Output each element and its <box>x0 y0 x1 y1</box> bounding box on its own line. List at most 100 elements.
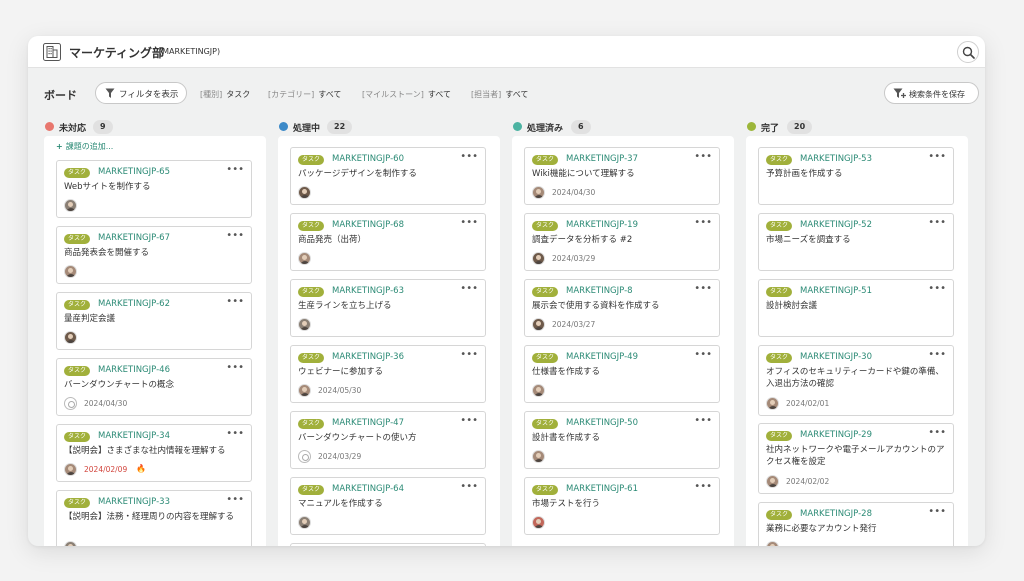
task-key-link[interactable]: MARKETINGJP-49 <box>566 352 638 362</box>
task-card[interactable]: タスク MARKETINGJP-46 ••• バーンダウンチャートの概念 202… <box>56 358 252 416</box>
task-card[interactable]: タスク MARKETINGJP-50 ••• 設計書を作成する <box>524 411 720 469</box>
project-name[interactable]: マーケティング部 <box>69 44 164 61</box>
task-card[interactable]: タスク MARKETINGJP-33 ••• 【説明会】法務・経理周りの内容を理… <box>56 490 252 546</box>
more-options-icon[interactable]: ••• <box>460 415 478 426</box>
more-options-icon[interactable]: ••• <box>694 481 712 492</box>
filter-type[interactable]: [種別] タスク <box>200 89 250 100</box>
task-key-link[interactable]: MARKETINGJP-47 <box>332 418 404 428</box>
add-task-link[interactable]: + 課題の追加... <box>56 141 113 152</box>
more-options-icon[interactable]: ••• <box>928 506 946 517</box>
task-key-link[interactable]: MARKETINGJP-60 <box>332 154 404 164</box>
filter-category[interactable]: [カテゴリー] すべて <box>268 89 341 100</box>
more-options-icon[interactable]: ••• <box>694 283 712 294</box>
task-title: Wiki機能について理解する <box>532 169 635 179</box>
task-key-link[interactable]: MARKETINGJP-29 <box>800 430 872 440</box>
task-key-link[interactable]: MARKETINGJP-61 <box>566 484 638 494</box>
more-options-icon[interactable]: ••• <box>694 415 712 426</box>
assignee-avatar <box>298 252 311 265</box>
more-options-icon[interactable]: ••• <box>460 151 478 162</box>
task-key-link[interactable]: MARKETINGJP-63 <box>332 286 404 296</box>
board-toolbar: ボード フィルタを表示 [種別] タスク [カテゴリー] すべて [マイルストーン]… <box>28 68 985 118</box>
assignee-avatar <box>766 541 779 546</box>
task-type-tag: タスク <box>64 366 91 376</box>
filter-assignee[interactable]: [担当者] すべて <box>471 89 528 100</box>
task-card[interactable]: タスク MARKETINGJP-37 ••• Wiki機能について理解する 20… <box>524 147 720 205</box>
save-search-label: 検索条件を保存 <box>909 90 965 99</box>
task-key-link[interactable]: MARKETINGJP-62 <box>98 299 170 309</box>
task-type-tag: タスク <box>532 221 559 231</box>
more-options-icon[interactable]: ••• <box>694 217 712 228</box>
task-key-link[interactable]: MARKETINGJP-64 <box>332 484 404 494</box>
more-options-icon[interactable]: ••• <box>928 349 946 360</box>
task-key-link[interactable]: MARKETINGJP-34 <box>98 431 170 441</box>
task-card[interactable]: タスク MARKETINGJP-34 ••• 【説明会】さまざまな社内情報を理解… <box>56 424 252 482</box>
task-card[interactable]: タスク MARKETINGJP-47 ••• バーンダウンチャートの使い方 20… <box>290 411 486 469</box>
task-key-link[interactable]: MARKETINGJP-51 <box>800 286 872 296</box>
due-date: 2024/03/29 <box>552 254 596 263</box>
task-title: マニュアルを作成する <box>298 499 383 509</box>
task-card[interactable]: タスク MARKETINGJP-68 ••• 商品発売（出荷） <box>290 213 486 271</box>
task-card[interactable]: タスク MARKETINGJP-52 ••• 市場ニーズを調査する <box>758 213 954 271</box>
status-dot-icon <box>513 122 522 131</box>
task-key-link[interactable]: MARKETINGJP-67 <box>98 233 170 243</box>
more-options-icon[interactable]: ••• <box>928 283 946 294</box>
task-key-link[interactable]: MARKETINGJP-50 <box>566 418 638 428</box>
task-type-tag: タスク <box>766 155 793 165</box>
filter-milestone[interactable]: [マイルストーン] すべて <box>362 89 451 100</box>
task-key-link[interactable]: MARKETINGJP-52 <box>800 220 872 230</box>
more-options-icon[interactable]: ••• <box>928 217 946 228</box>
more-options-icon[interactable]: ••• <box>460 283 478 294</box>
column-count: 20 <box>787 120 813 134</box>
task-key-link[interactable]: MARKETINGJP-28 <box>800 509 872 519</box>
filter-assignee-value: すべて <box>505 90 529 99</box>
task-key-link[interactable]: MARKETINGJP-8 <box>566 286 633 296</box>
task-card[interactable]: タスク MARKETINGJP-51 ••• 設計検討会議 <box>758 279 954 337</box>
search-button[interactable] <box>957 41 979 63</box>
task-key-link[interactable]: MARKETINGJP-19 <box>566 220 638 230</box>
task-key-link[interactable]: MARKETINGJP-53 <box>800 154 872 164</box>
show-filter-label: フィルタを表示 <box>119 90 179 100</box>
task-card[interactable]: タスク MARKETINGJP-63 ••• 生産ラインを立ち上げる <box>290 279 486 337</box>
task-card[interactable]: タスク MARKETINGJP-60 ••• パッケージデザインを制作する <box>290 147 486 205</box>
task-key-link[interactable]: MARKETINGJP-46 <box>98 365 170 375</box>
more-options-icon[interactable]: ••• <box>226 164 244 175</box>
task-key-link[interactable]: MARKETINGJP-68 <box>332 220 404 230</box>
more-options-icon[interactable]: ••• <box>226 428 244 439</box>
save-search-button[interactable]: 検索条件を保存 <box>884 82 979 104</box>
task-key-link[interactable]: MARKETINGJP-30 <box>800 352 872 362</box>
more-options-icon[interactable]: ••• <box>460 481 478 492</box>
task-card[interactable]: タスク MARKETINGJP-64 ••• マニュアルを作成する <box>290 477 486 535</box>
more-options-icon[interactable]: ••• <box>226 230 244 241</box>
assignee-avatar <box>532 516 545 529</box>
task-card[interactable]: タスク MARKETINGJP-61 ••• 市場テストを行う <box>524 477 720 535</box>
task-key-link[interactable]: MARKETINGJP-65 <box>98 167 170 177</box>
task-card[interactable]: タスク MARKETINGJP-8 ••• 展示会で使用する資料を作成する 20… <box>524 279 720 337</box>
task-card[interactable]: タスク MARKETINGJP-36 ••• ウェビナーに参加する 2024/0… <box>290 345 486 403</box>
task-card[interactable]: タスク MARKETINGJP-53 ••• 予算計画を作成する <box>758 147 954 205</box>
task-key-link[interactable]: MARKETINGJP-33 <box>98 497 170 507</box>
task-card[interactable]: タスク MARKETINGJP-67 ••• 商品発表会を開催する <box>56 226 252 284</box>
more-options-icon[interactable]: ••• <box>226 296 244 307</box>
more-options-icon[interactable]: ••• <box>928 427 946 438</box>
task-card[interactable]: タスク MARKETINGJP-30 ••• オフィスのセキュリティーカードや鍵… <box>758 345 954 416</box>
task-key-link[interactable]: MARKETINGJP-37 <box>566 154 638 164</box>
more-options-icon[interactable]: ••• <box>226 362 244 373</box>
more-options-icon[interactable]: ••• <box>460 217 478 228</box>
task-title: パッケージデザインを制作する <box>298 169 417 179</box>
task-card[interactable]: タスク MARKETINGJP-62 ••• 量産判定会議 <box>56 292 252 350</box>
more-options-icon[interactable]: ••• <box>460 349 478 360</box>
task-card[interactable]: タスク MARKETINGJP-29 ••• 社内ネットワークや電子メールアカウ… <box>758 423 954 494</box>
task-type-tag: タスク <box>532 485 559 495</box>
more-options-icon[interactable]: ••• <box>226 494 244 505</box>
task-card[interactable]: タスク MARKETINGJP-65 ••• Webサイトを制作する <box>56 160 252 218</box>
more-options-icon[interactable]: ••• <box>694 349 712 360</box>
task-card[interactable]: タスク MARKETINGJP-49 ••• 仕様書を作成する <box>524 345 720 403</box>
add-task-label: 課題の追加... <box>65 142 114 151</box>
task-card[interactable]: タスク MARKETINGJP-28 ••• 業務に必要なアカウント発行 <box>758 502 954 546</box>
more-options-icon[interactable]: ••• <box>928 151 946 162</box>
task-key-link[interactable]: MARKETINGJP-36 <box>332 352 404 362</box>
show-filter-button[interactable]: フィルタを表示 <box>95 82 187 104</box>
task-card[interactable]: タスク MARKETINGJP-19 ••• 調査データを分析する #2 202… <box>524 213 720 271</box>
more-options-icon[interactable]: ••• <box>694 151 712 162</box>
task-card-partial[interactable] <box>290 543 486 546</box>
